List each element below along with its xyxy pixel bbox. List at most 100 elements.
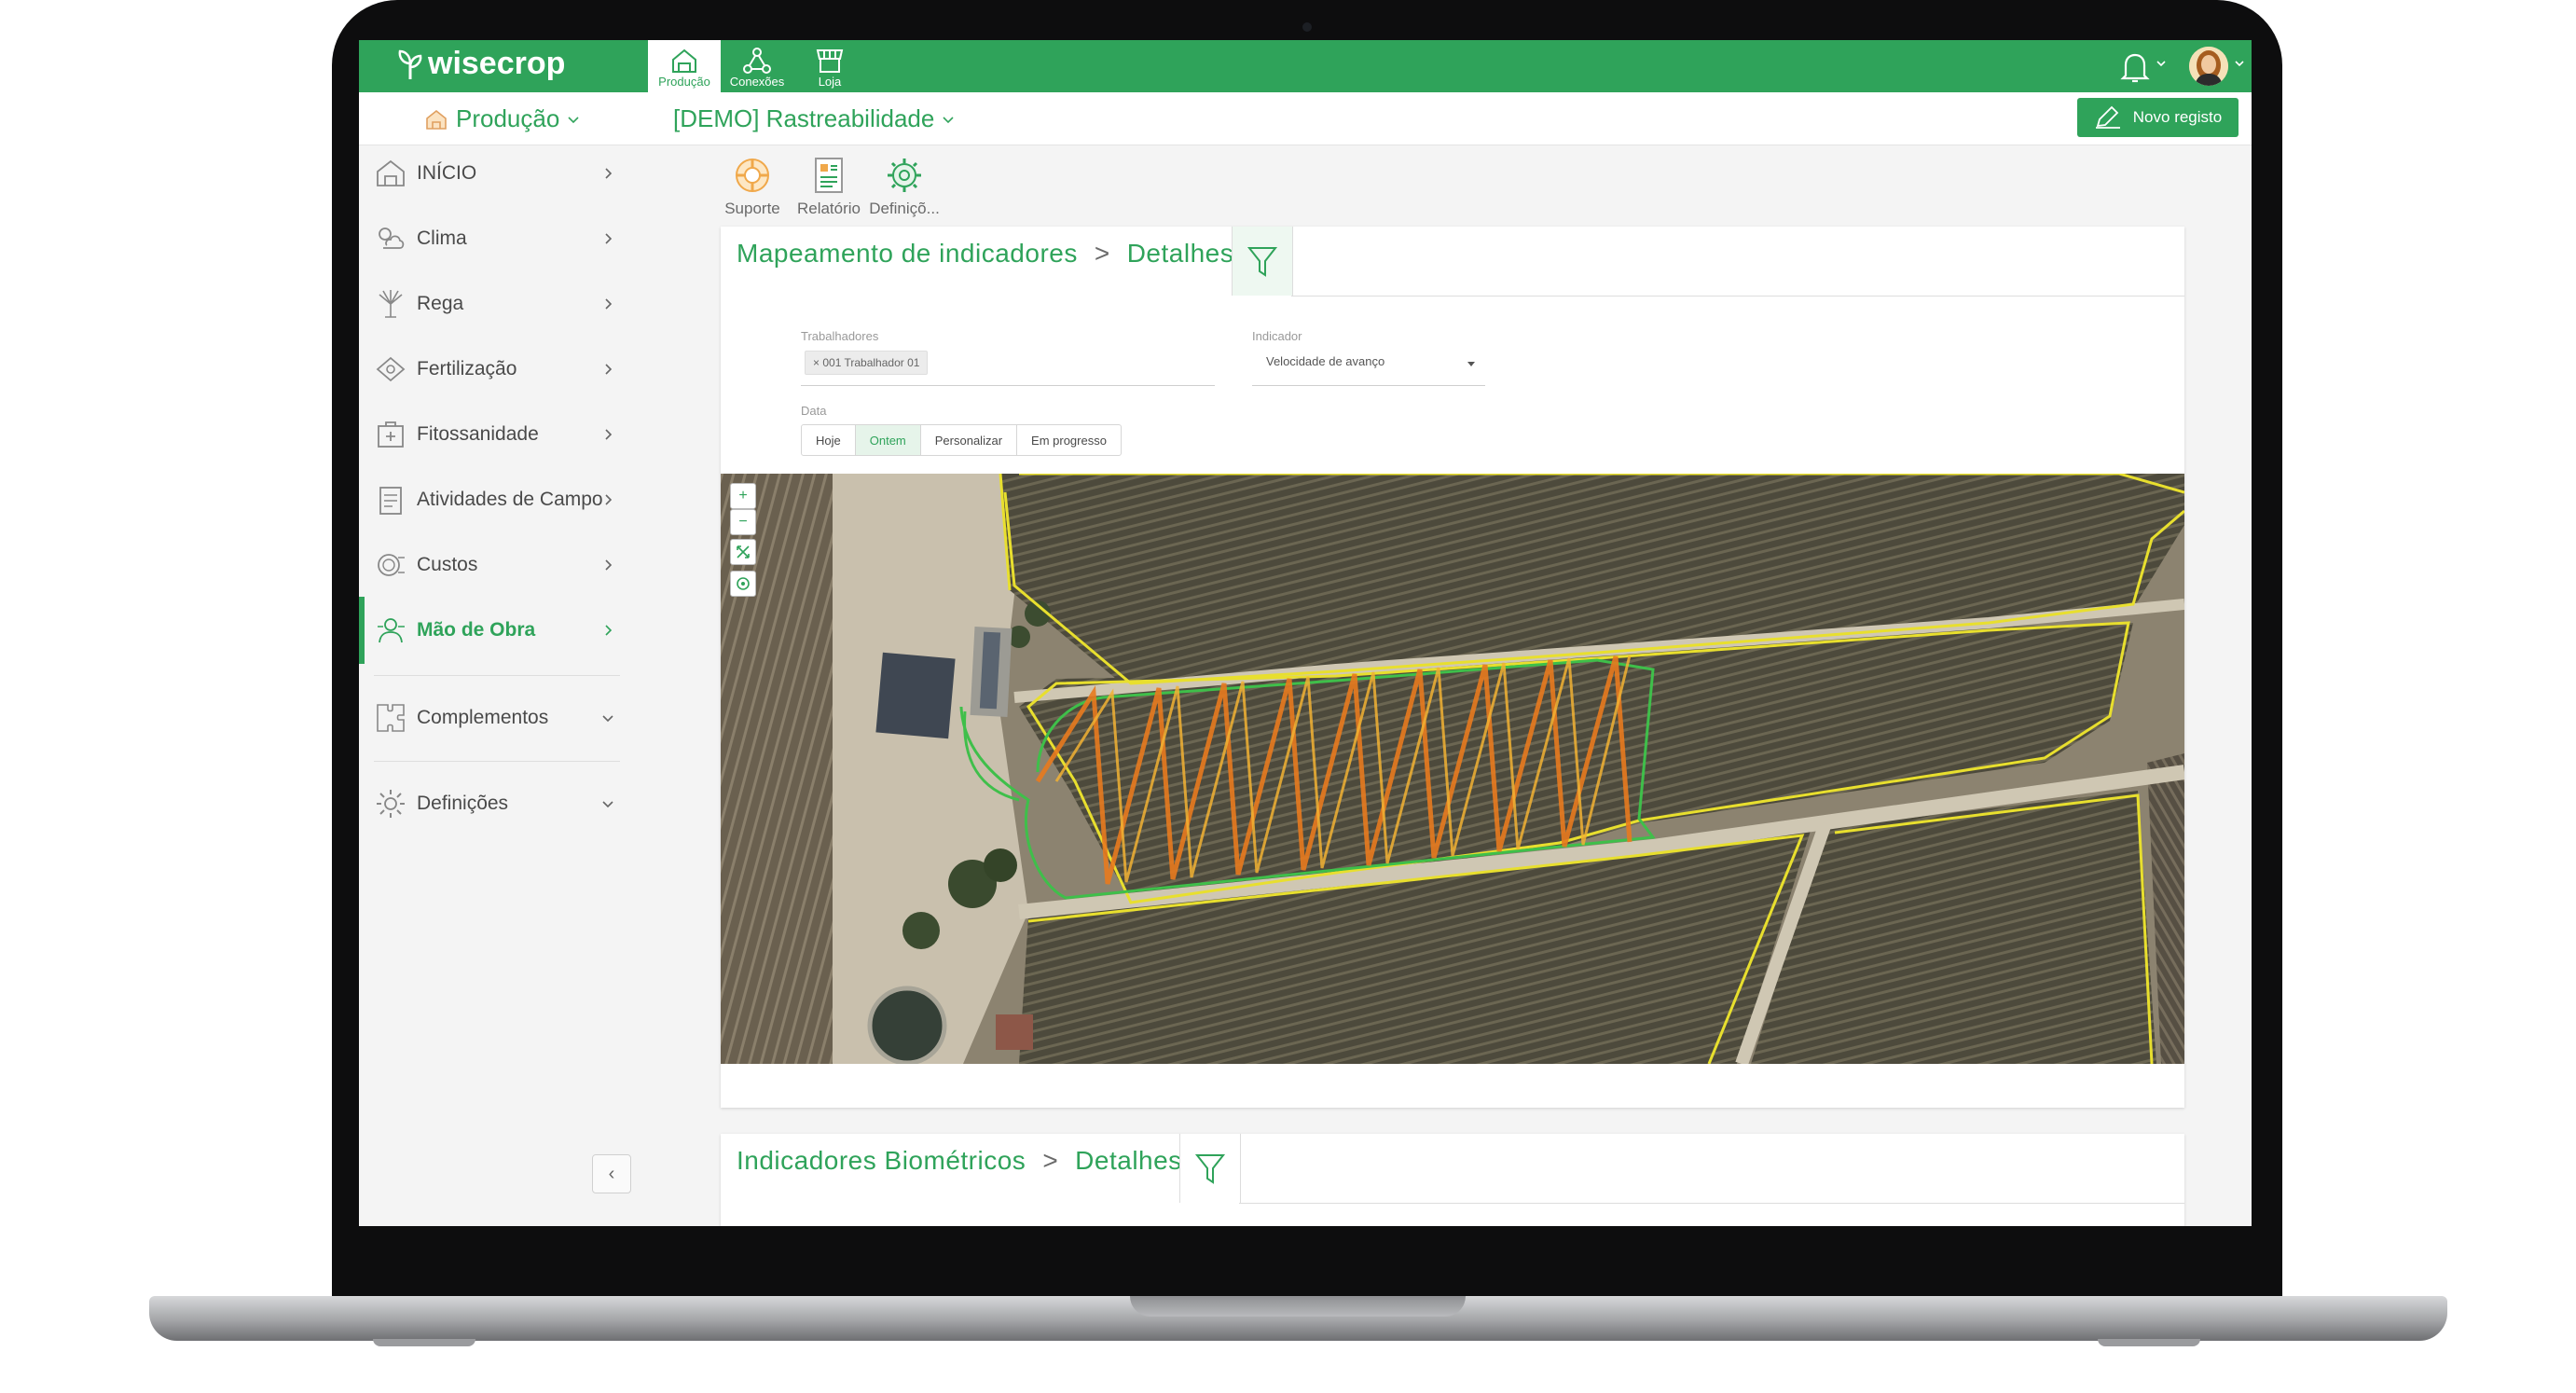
settings-button[interactable]: Definiçõ... xyxy=(867,153,942,218)
fullscreen-button[interactable] xyxy=(730,539,756,565)
filter-tab[interactable] xyxy=(1232,227,1293,296)
sidebar-item-label: Definições xyxy=(417,793,509,814)
date-option-hoje[interactable]: Hoje xyxy=(802,425,856,455)
chevron-down-icon xyxy=(602,715,613,723)
module-selector[interactable]: Produção xyxy=(424,104,580,133)
user-avatar-icon xyxy=(2189,47,2228,86)
card-breadcrumb: Indicadores Biométricos > Detalhes xyxy=(737,1126,1182,1195)
sidebar-item-label: Rega xyxy=(417,293,464,314)
report-button[interactable]: Relatório xyxy=(792,153,866,218)
sidebar-item-clima[interactable]: Clima xyxy=(359,211,629,267)
project-selector[interactable]: [DEMO] Rastreabilidade xyxy=(673,104,955,133)
workers-field[interactable] xyxy=(801,385,1215,386)
puzzle-icon xyxy=(377,704,405,732)
worker-chip[interactable]: × 001 Trabalhador 01 xyxy=(805,351,929,375)
app-screen: wisecrop Produção Conexões Loja Produção… xyxy=(359,40,2252,1226)
nav-conexoes[interactable]: Conexões xyxy=(721,40,793,92)
filter-tab[interactable] xyxy=(1179,1134,1241,1203)
gear-icon xyxy=(888,159,921,192)
date-segmented-control: Hoje Ontem Personalizar Em progresso xyxy=(801,424,1122,456)
farm-icon xyxy=(672,48,696,73)
report-icon xyxy=(815,158,843,193)
zoom-out-button[interactable]: − xyxy=(730,509,756,535)
sidebar-item-definicoes[interactable]: Definições xyxy=(359,776,629,832)
sidebar-item-label: Mão de Obra xyxy=(417,619,536,641)
pencil-icon xyxy=(2095,105,2120,129)
sidebar-item-label: Clima xyxy=(417,228,467,249)
sidebar-item-rega[interactable]: Rega xyxy=(359,276,629,332)
new-record-button[interactable]: Novo registo xyxy=(2077,98,2239,137)
chevron-right-icon xyxy=(605,429,613,440)
store-icon xyxy=(816,49,844,73)
sidebar-item-inicio[interactable]: INÍCIO xyxy=(359,145,629,201)
card-breadcrumb: Mapeamento de indicadores > Detalhes xyxy=(737,219,1233,288)
network-icon xyxy=(743,48,771,74)
support-button[interactable]: Suporte xyxy=(715,153,790,218)
module-label: Produção xyxy=(456,104,560,132)
support-label: Suporte xyxy=(724,200,780,217)
sidebar-divider xyxy=(374,675,620,676)
sidebar-item-label: Custos xyxy=(417,554,478,575)
sidebar-item-label: INÍCIO xyxy=(417,162,477,184)
locate-button[interactable] xyxy=(730,571,756,597)
target-icon xyxy=(737,577,750,590)
avatar[interactable] xyxy=(2189,47,2228,86)
secondary-bar: Produção [DEMO] Rastreabilidade xyxy=(359,92,2252,145)
sprinkler-icon xyxy=(379,290,403,318)
sidebar-item-label: Complementos xyxy=(417,707,549,728)
sidebar-item-mao-de-obra[interactable]: Mão de Obra xyxy=(359,602,629,658)
chevron-down-icon[interactable] xyxy=(2156,59,2166,68)
zoom-in-button[interactable]: + xyxy=(730,483,756,509)
brand-name: wisecrop xyxy=(428,46,566,81)
map-imagery xyxy=(721,474,2184,1064)
indicator-select-value[interactable]: Velocidade de avanço xyxy=(1266,354,1384,368)
chevron-down-icon[interactable] xyxy=(2235,59,2244,68)
card-title[interactable]: Mapeamento de indicadores xyxy=(737,239,1078,269)
clipboard-icon xyxy=(379,487,402,515)
home-icon xyxy=(377,159,405,186)
date-option-personalizar[interactable]: Personalizar xyxy=(921,425,1018,455)
nav-label: Loja xyxy=(818,75,842,89)
nav-producao[interactable]: Produção xyxy=(648,40,721,92)
sidebar-item-fertilizacao[interactable]: Fertilização xyxy=(359,341,629,397)
expand-icon xyxy=(737,545,750,559)
sidebar-collapse-button[interactable]: ‹ xyxy=(592,1154,631,1193)
card-title[interactable]: Indicadores Biométricos xyxy=(737,1146,1026,1176)
sidebar-item-label: Fertilização xyxy=(417,358,517,379)
card-divider xyxy=(1291,296,2184,297)
cloud-sun-icon xyxy=(379,228,405,249)
coins-icon xyxy=(378,554,405,576)
chevron-right-icon xyxy=(605,364,613,375)
filter-icon xyxy=(1247,247,1278,277)
bell-icon[interactable] xyxy=(2116,49,2154,85)
sidebar-item-complementos[interactable]: Complementos xyxy=(359,690,629,746)
lifebuoy-icon xyxy=(736,159,769,192)
date-option-ontem[interactable]: Ontem xyxy=(855,425,921,455)
card-divider xyxy=(1239,1203,2184,1204)
sidebar-item-label: Atividades de Campo xyxy=(417,489,603,510)
nav-label: Conexões xyxy=(729,75,785,89)
chevron-down-icon xyxy=(943,116,954,123)
sidebar-item-atividades-de-campo[interactable]: Atividades de Campo xyxy=(359,472,629,528)
brand-logo[interactable]: wisecrop xyxy=(396,46,565,82)
date-option-em-progresso[interactable]: Em progresso xyxy=(1017,425,1121,455)
sidebar-item-fitossanidade[interactable]: Fitossanidade xyxy=(359,407,629,462)
top-nav: Produção Conexões Loja xyxy=(648,40,866,92)
top-bar: wisecrop Produção Conexões Loja xyxy=(359,40,2252,92)
chevron-right-icon xyxy=(605,559,613,571)
chevron-down-icon xyxy=(568,116,579,123)
filter-icon xyxy=(1194,1154,1226,1184)
sidebar: INÍCIO Clima Rega Fertilização Fitossani… xyxy=(359,145,648,1226)
breadcrumb-separator: > xyxy=(1094,239,1110,268)
project-label: [DEMO] Rastreabilidade xyxy=(673,104,935,132)
caret-down-icon[interactable] xyxy=(1467,359,1476,368)
chevron-right-icon xyxy=(605,494,613,505)
satellite-map[interactable]: + − xyxy=(721,474,2184,1064)
sidebar-divider xyxy=(374,761,620,762)
sidebar-item-label: Fitossanidade xyxy=(417,423,539,445)
chevron-right-icon xyxy=(605,298,613,310)
nav-loja[interactable]: Loja xyxy=(793,40,866,92)
sidebar-item-custos[interactable]: Custos xyxy=(359,537,629,593)
indicator-field[interactable] xyxy=(1252,385,1485,386)
indicator-label: Indicador xyxy=(1252,329,1302,343)
